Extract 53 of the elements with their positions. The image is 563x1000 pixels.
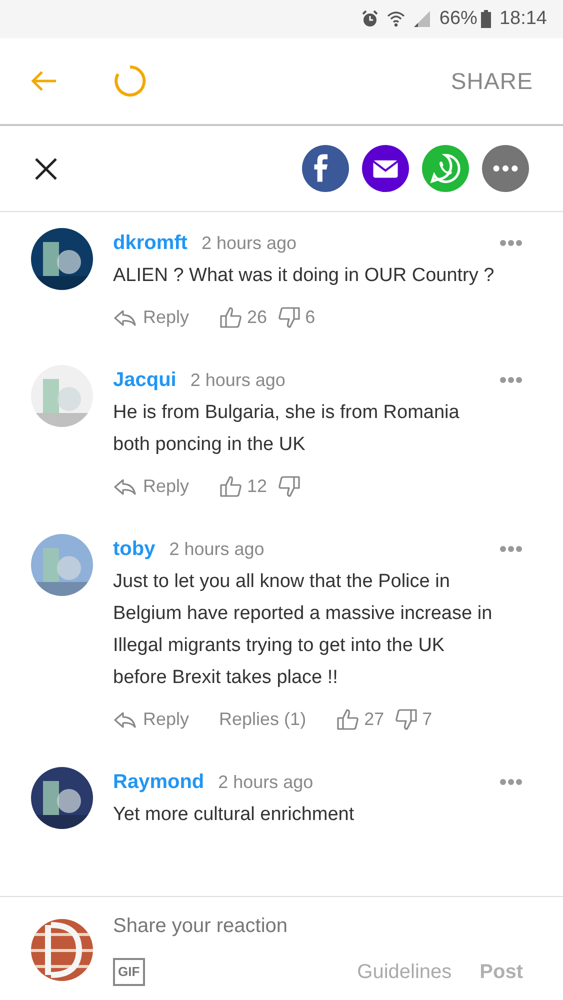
more-options-icon[interactable] — [499, 376, 523, 384]
email-share-button[interactable] — [362, 145, 409, 192]
share-button[interactable]: SHARE — [450, 64, 533, 98]
battery-icon — [481, 10, 492, 28]
guidelines-link[interactable]: Guidelines — [357, 957, 452, 987]
thumbs-up-icon — [336, 707, 360, 732]
close-icon[interactable] — [34, 156, 58, 180]
wifi-icon — [387, 10, 406, 28]
thumbs-down-icon — [394, 707, 418, 732]
comment-input[interactable]: Share your reaction — [113, 911, 523, 941]
dislike-button[interactable]: 6 — [277, 304, 316, 331]
timestamp: 2 hours ago — [218, 771, 314, 794]
gif-button[interactable]: GIF — [113, 958, 145, 986]
thumbs-down-icon — [277, 474, 302, 499]
more-options-button[interactable] — [482, 145, 529, 192]
clock-time: 18:14 — [499, 6, 547, 31]
reply-arrow-icon — [113, 308, 137, 326]
loading-spinner-icon — [112, 63, 148, 99]
thumbs-up-icon — [219, 474, 244, 499]
reply-button[interactable]: Reply — [113, 473, 190, 500]
alarm-clock-icon — [361, 10, 380, 28]
more-options-icon[interactable] — [499, 545, 523, 553]
timestamp: 2 hours ago — [190, 369, 286, 392]
thumbs-up-icon — [219, 305, 244, 330]
reply-arrow-icon — [113, 710, 137, 728]
more-options-icon[interactable] — [499, 778, 523, 786]
dislike-button[interactable]: 7 — [394, 706, 432, 733]
username[interactable]: toby — [113, 534, 156, 564]
like-button[interactable]: 26 — [219, 304, 268, 331]
username[interactable]: Jacqui — [113, 365, 176, 395]
timestamp: 2 hours ago — [169, 538, 264, 561]
dislike-button[interactable] — [277, 474, 302, 499]
reply-button[interactable]: Reply — [113, 304, 190, 331]
replies-link[interactable]: Replies (1) — [219, 706, 306, 733]
comment-text: ALIEN ? What was it doing in OUR Country ? — [113, 264, 496, 288]
comment-text: Yet more cultural enrichment — [113, 803, 356, 827]
more-options-icon[interactable] — [499, 239, 523, 247]
username[interactable]: dkromft — [113, 228, 188, 258]
comment-text: He is from Bulgaria, she is from Romania both poncing in the UK — [113, 401, 460, 457]
post-button[interactable]: Post — [480, 957, 523, 987]
signal-icon — [413, 10, 432, 28]
comment-text: Just to let you all know that the Police in Belgium have reported a massive increase in Illegal migrants trying to get into the UK before Brexit takes place !! — [113, 570, 494, 690]
like-button[interactable]: 12 — [219, 473, 268, 500]
timestamp: 2 hours ago — [201, 232, 297, 255]
reply-arrow-icon — [113, 478, 137, 496]
back-arrow-icon[interactable] — [30, 69, 58, 93]
reply-button[interactable]: Reply — [113, 706, 190, 733]
battery-percentage: 66% — [439, 6, 478, 31]
like-button[interactable]: 27 — [336, 706, 384, 733]
whatsapp-share-button[interactable] — [422, 145, 469, 192]
thumbs-down-icon — [277, 305, 302, 330]
username[interactable]: Raymond — [113, 767, 204, 797]
facebook-share-button[interactable] — [302, 145, 349, 192]
